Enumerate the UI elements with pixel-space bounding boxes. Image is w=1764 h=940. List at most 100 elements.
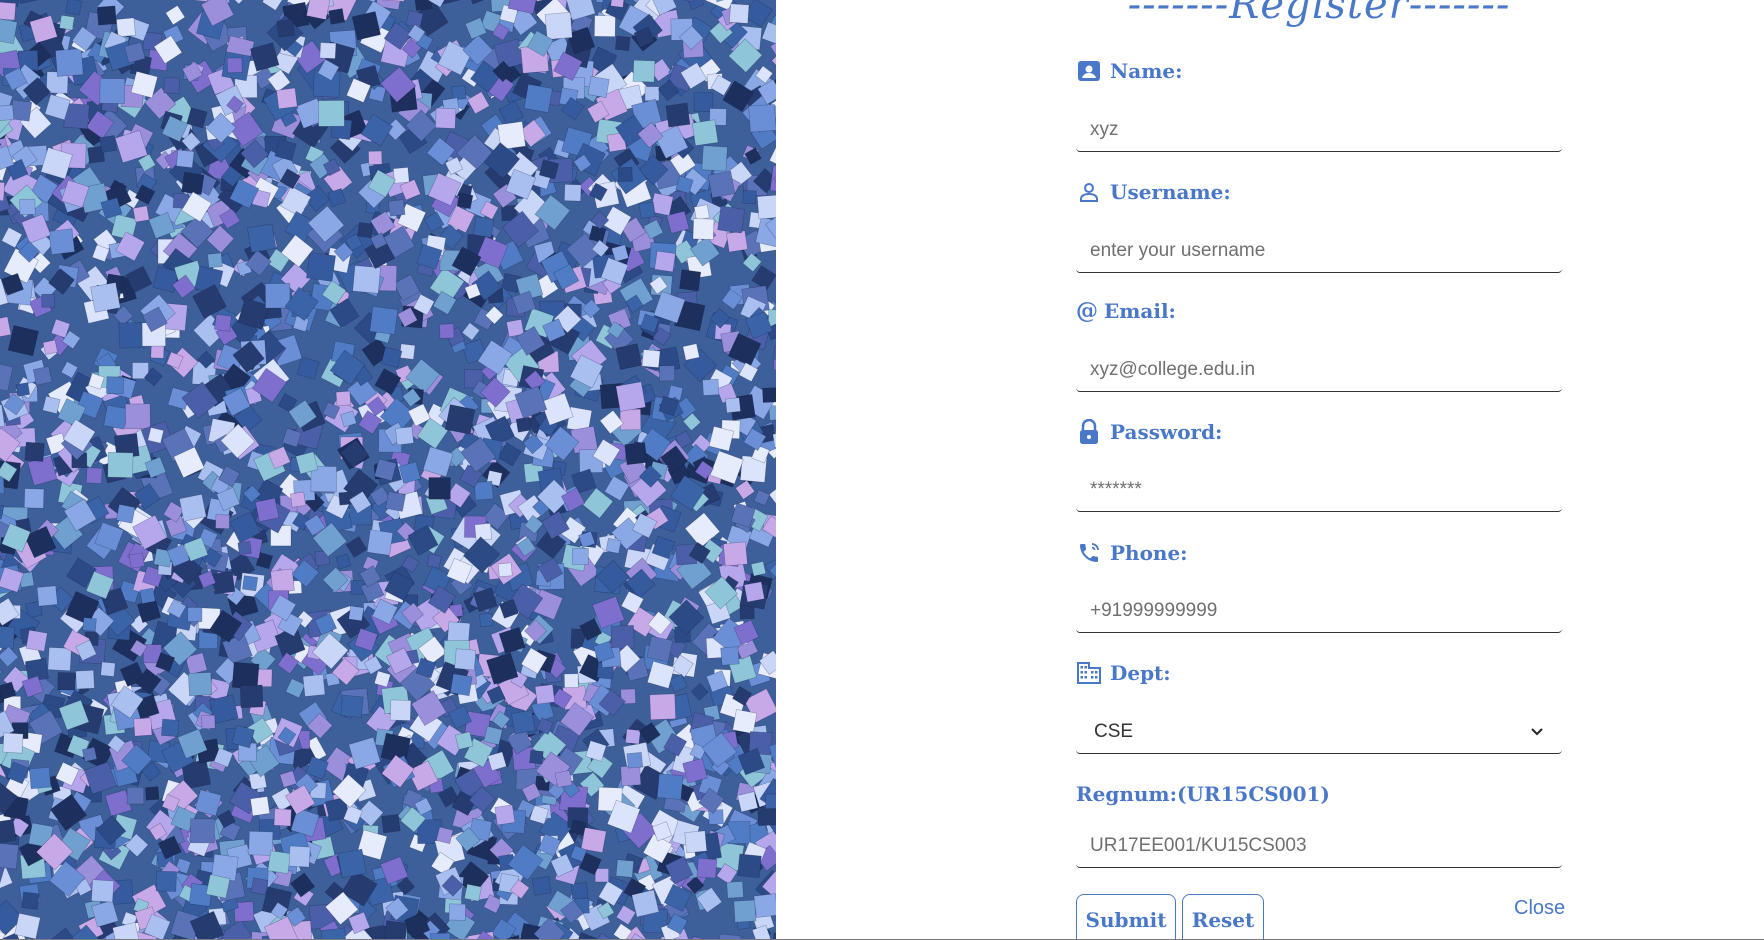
glitter-sequin — [144, 786, 160, 801]
glitter-sequin — [0, 646, 19, 668]
glitter-sequin — [161, 718, 180, 737]
glitter-sequin — [644, 86, 660, 102]
regnum-input[interactable] — [1076, 824, 1562, 868]
glitter-sequin — [255, 497, 280, 522]
glitter-sequin — [380, 346, 403, 369]
password-input[interactable] — [1076, 468, 1562, 512]
glitter-sequin — [0, 361, 14, 392]
phone-in-talk-icon — [1076, 540, 1102, 566]
regnum-label-row: Regnum:(UR15CS001) — [1076, 782, 1330, 806]
glitter-sequin — [128, 552, 145, 569]
glitter-background-image — [0, 0, 776, 940]
glitter-sequin — [756, 194, 776, 220]
glitter-sequin — [351, 11, 381, 41]
glitter-sequin — [654, 250, 676, 273]
glitter-sequin — [464, 883, 482, 902]
glitter-sequin — [764, 793, 776, 810]
password-label-row: Password: — [1076, 419, 1222, 445]
submit-button[interactable]: Submit — [1076, 894, 1176, 940]
glitter-sequin — [682, 343, 700, 361]
glitter-sequin — [707, 170, 736, 199]
glitter-sequin — [226, 57, 243, 74]
glitter-sequin — [0, 625, 16, 650]
name-input[interactable] — [1076, 108, 1562, 152]
glitter-sequin — [85, 467, 103, 484]
glitter-sequin — [701, 145, 728, 172]
glitter-sequin — [544, 11, 573, 40]
reset-button[interactable]: Reset — [1182, 894, 1264, 940]
glitter-sequin — [214, 313, 232, 332]
glitter-sequin — [150, 344, 165, 359]
glitter-sequin — [248, 771, 268, 791]
glitter-sequin — [729, 3, 750, 24]
glitter-sequin — [483, 725, 503, 746]
glitter-sequin — [395, 426, 414, 446]
glitter-sequin — [319, 42, 337, 59]
glitter-sequin — [757, 806, 776, 826]
glitter-sequin — [638, 201, 656, 219]
glitter-sequin — [554, 770, 573, 788]
glitter-sequin — [564, 184, 582, 202]
glitter-sequin — [302, 674, 326, 697]
glitter-sequin — [187, 607, 203, 622]
glitter-sequin — [523, 83, 553, 113]
glitter-sequin — [273, 808, 292, 827]
glitter-sequin — [656, 773, 684, 800]
glitter-sequin — [388, 199, 406, 217]
glitter-sequin — [435, 107, 457, 129]
glitter-sequin — [25, 629, 48, 652]
glitter-sequin — [7, 325, 39, 357]
glitter-sequin — [511, 709, 536, 735]
glitter-sequin — [428, 477, 451, 500]
glitter-sequin — [474, 523, 493, 541]
glitter-sequin — [181, 171, 205, 195]
glitter-sequin — [0, 1, 17, 21]
glitter-sequin — [761, 21, 776, 46]
glitter-sequin — [239, 684, 264, 708]
glitter-sequin — [615, 859, 635, 878]
building-icon — [1076, 660, 1102, 686]
glitter-sequin — [569, 819, 587, 836]
glitter-sequin — [2, 732, 24, 754]
glitter-sequin — [175, 149, 195, 169]
glitter-sequin — [155, 870, 177, 892]
glitter-sequin — [288, 845, 311, 868]
glitter-sequin — [82, 617, 97, 632]
glitter-sequin — [133, 717, 153, 737]
glitter-sequin — [696, 857, 718, 879]
glitter-sequin — [318, 100, 345, 127]
email-input[interactable] — [1076, 348, 1562, 392]
glitter-sequin — [742, 189, 757, 205]
glitter-sequin — [444, 404, 476, 435]
glitter-sequin — [686, 0, 705, 11]
glitter-sequin — [385, 491, 406, 512]
glitter-sequin — [165, 5, 186, 26]
glitter-sequin — [737, 853, 762, 879]
glitter-sequin — [194, 789, 222, 817]
phone-input[interactable] — [1076, 589, 1562, 633]
glitter-sequin — [0, 819, 17, 844]
glitter-sequin — [201, 714, 216, 730]
glitter-sequin — [285, 678, 306, 699]
phone-label-row: Phone: — [1076, 540, 1188, 566]
glitter-sequin — [24, 441, 45, 462]
username-input[interactable] — [1076, 229, 1562, 273]
person-outline-icon — [1076, 179, 1102, 205]
close-link[interactable]: Close — [1514, 897, 1565, 920]
glitter-sequin — [454, 731, 474, 750]
glitter-sequin — [19, 198, 36, 215]
glitter-sequin — [116, 17, 136, 38]
dept-select[interactable]: CSE — [1076, 710, 1562, 754]
glitter-sequin — [75, 669, 95, 690]
glitter-sequin — [619, 408, 642, 431]
glitter-sequin — [631, 889, 660, 918]
glitter-sequin — [192, 0, 210, 2]
glitter-sequin — [426, 553, 442, 569]
glitter-sequin — [725, 397, 741, 414]
glitter-sequin — [743, 581, 765, 603]
contact-card-icon — [1076, 58, 1102, 84]
regnum-label: Regnum:(UR15CS001) — [1076, 782, 1330, 806]
glitter-sequin — [753, 489, 771, 507]
glitter-sequin — [723, 541, 748, 567]
glitter-sequin — [247, 223, 277, 253]
